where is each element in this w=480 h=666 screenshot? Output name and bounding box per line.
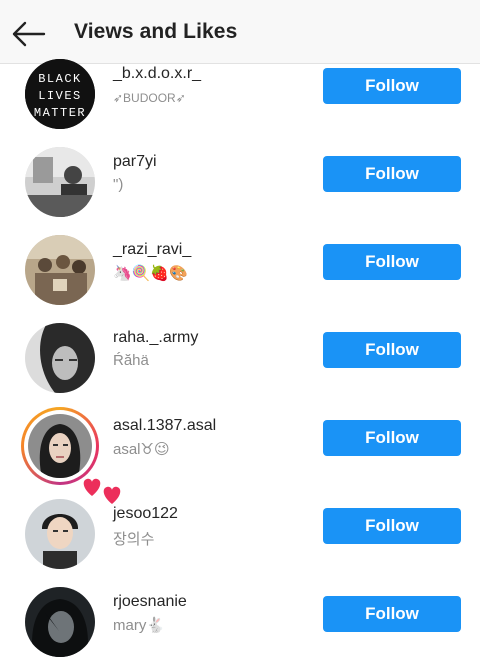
viewer-row[interactable]: asal.1387.asal asal♉😉 Follow bbox=[0, 402, 480, 490]
follow-button[interactable]: Follow bbox=[323, 68, 461, 104]
full-name: Ŕăhä bbox=[113, 352, 149, 369]
avatar[interactable]: BLACK LIVES MATTER bbox=[25, 59, 95, 129]
username[interactable]: jesoo122 bbox=[113, 505, 178, 523]
username[interactable]: asal.1387.asal bbox=[113, 417, 216, 435]
avatar[interactable] bbox=[25, 499, 95, 569]
viewer-row[interactable]: BLACK LIVES MATTER _b.x.d.o.x.r_ ➶BUDOOR… bbox=[0, 50, 480, 138]
follow-button[interactable]: Follow bbox=[323, 332, 461, 368]
avatar[interactable] bbox=[25, 323, 95, 393]
viewer-row[interactable]: _razi_ravi_ 🦄🍭🍓🎨 Follow bbox=[0, 226, 480, 314]
full-name: 🦄🍭🍓🎨 bbox=[113, 265, 188, 282]
follow-button[interactable]: Follow bbox=[323, 244, 461, 280]
username[interactable]: _razi_ravi_ bbox=[113, 241, 191, 259]
viewer-row[interactable]: rjoesnanie mary🐇 Follow bbox=[0, 578, 480, 666]
username[interactable]: rjoesnanie bbox=[113, 593, 187, 611]
avatar-text-line: LIVES bbox=[38, 89, 82, 103]
username[interactable]: _b.x.d.o.x.r_ bbox=[113, 65, 201, 83]
username[interactable]: par7yi bbox=[113, 153, 157, 171]
full-name: ➶BUDOOR➶ bbox=[113, 91, 186, 105]
back-arrow-icon[interactable] bbox=[10, 18, 48, 50]
avatar[interactable] bbox=[25, 235, 95, 305]
username[interactable]: raha._.army bbox=[113, 329, 198, 347]
viewer-row[interactable]: jesoo122 장의수 Follow bbox=[0, 490, 480, 578]
full-name: ") bbox=[113, 176, 124, 193]
avatar-text-line: MATTER bbox=[34, 106, 86, 120]
full-name: asal♉😉 bbox=[113, 441, 170, 458]
follow-button[interactable]: Follow bbox=[323, 508, 461, 544]
page-title: Views and Likes bbox=[74, 20, 238, 43]
follow-button[interactable]: Follow bbox=[323, 596, 461, 632]
avatar[interactable] bbox=[28, 414, 92, 478]
follow-button[interactable]: Follow bbox=[323, 420, 461, 456]
avatar[interactable] bbox=[25, 587, 95, 657]
viewer-row[interactable]: raha._.army Ŕăhä Follow bbox=[0, 314, 480, 402]
avatar[interactable] bbox=[25, 147, 95, 217]
follow-button[interactable]: Follow bbox=[323, 156, 461, 192]
viewer-row[interactable]: par7yi ") Follow bbox=[0, 138, 480, 226]
full-name: 장의수 bbox=[113, 531, 155, 548]
avatar-text-line: BLACK bbox=[38, 72, 82, 86]
full-name: mary🐇 bbox=[113, 617, 166, 634]
